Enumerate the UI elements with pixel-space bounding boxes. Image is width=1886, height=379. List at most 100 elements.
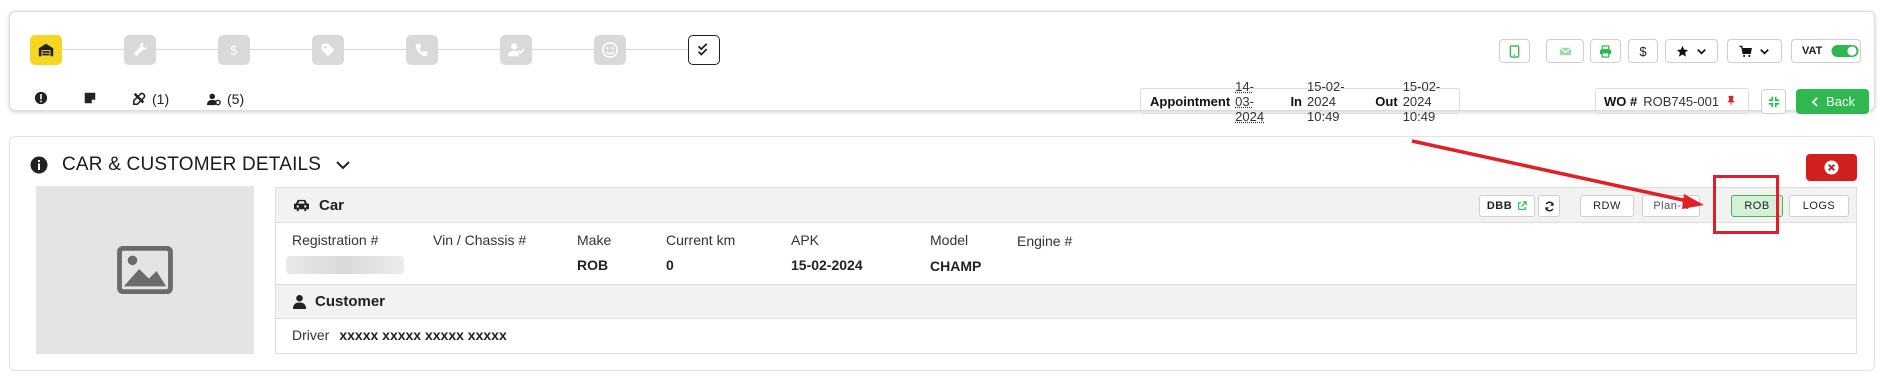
compress-icon bbox=[1768, 96, 1779, 107]
registration-value bbox=[286, 256, 404, 274]
make-label: Make bbox=[577, 232, 612, 248]
appointment-value[interactable]: 14-03-2024 bbox=[1235, 79, 1266, 124]
collapse-button[interactable] bbox=[1761, 89, 1786, 114]
rdw-button[interactable]: RDW bbox=[1580, 195, 1634, 217]
envelope-icon bbox=[1559, 46, 1571, 55]
rdw-label: RDW bbox=[1593, 200, 1621, 212]
refresh-icon bbox=[1544, 201, 1554, 211]
cart-icon bbox=[1738, 45, 1752, 57]
car-customer-table: Car DBB RDW Plan-It ROB LOGS Registratio… bbox=[275, 187, 1857, 354]
planit-button[interactable]: Plan-It bbox=[1642, 195, 1700, 217]
appointment-label: Appointment bbox=[1150, 93, 1231, 109]
dbb-label: DBB bbox=[1486, 200, 1513, 212]
logs-label: LOGS bbox=[1802, 200, 1836, 212]
pricing-button[interactable]: $ bbox=[1628, 39, 1658, 63]
tools-icon bbox=[132, 92, 146, 106]
back-button[interactable]: Back bbox=[1796, 89, 1869, 114]
dbb-button[interactable]: DBB bbox=[1479, 195, 1535, 217]
tablet-icon bbox=[1509, 44, 1520, 58]
customer-section-header: Customer bbox=[276, 284, 1856, 319]
step-customer-satisfaction[interactable] bbox=[594, 35, 626, 65]
in-label: In bbox=[1290, 93, 1302, 109]
planit-label: Plan-It bbox=[1653, 200, 1689, 212]
vin-label: Vin / Chassis # bbox=[433, 232, 527, 248]
car-section-header: Car DBB RDW Plan-It ROB LOGS bbox=[276, 188, 1856, 223]
dates-box: Appointment 14-03-2024 In 15-02-2024 10:… bbox=[1140, 79, 1460, 124]
car-heading: Car bbox=[319, 196, 345, 214]
smiley-icon bbox=[601, 41, 619, 59]
car-customer-details-panel: CAR & CUSTOMER DETAILS Car DBB RDW Plan-… bbox=[9, 136, 1875, 371]
wo-label: WO # bbox=[1604, 93, 1638, 109]
annotation-highlight-box bbox=[1713, 175, 1779, 234]
customers-section-toggle[interactable]: (5) bbox=[207, 91, 244, 107]
model-label: Model bbox=[930, 232, 969, 248]
exclamation-circle-icon bbox=[34, 91, 48, 105]
info-circle-icon bbox=[30, 156, 48, 174]
step-tags[interactable] bbox=[312, 35, 344, 65]
current-km-value: 0 bbox=[666, 257, 674, 273]
close-details-button[interactable] bbox=[1806, 154, 1857, 181]
info-section-toggle[interactable] bbox=[34, 91, 48, 105]
out-value: 15-02-2024 10:49 bbox=[1402, 78, 1441, 124]
workorder-header-panel: $ (1) (5) $ VAT Appointment 14-03-2024 I… bbox=[9, 11, 1875, 124]
step-done[interactable] bbox=[688, 35, 720, 65]
logs-button[interactable]: LOGS bbox=[1789, 195, 1849, 217]
driver-row: Driver xxxxx xxxxx xxxxx xxxxx bbox=[292, 327, 507, 343]
in-value: 15-02-2024 10:49 bbox=[1307, 78, 1345, 124]
details-title: CAR & CUSTOMER DETAILS bbox=[62, 154, 322, 175]
printer-icon bbox=[1599, 44, 1612, 58]
wrench-icon bbox=[133, 42, 148, 57]
model-value: CHAMP bbox=[930, 258, 982, 274]
favorites-dropdown[interactable] bbox=[1665, 39, 1718, 63]
user-cog-icon bbox=[207, 93, 221, 106]
email-button[interactable] bbox=[1546, 39, 1584, 63]
apk-value: 15-02-2024 bbox=[791, 257, 863, 273]
note-icon bbox=[84, 92, 96, 104]
driver-value: xxxxx xxxxx xxxxx xxxxx bbox=[339, 327, 507, 343]
notes-section-toggle[interactable] bbox=[83, 91, 97, 105]
out-label: Out bbox=[1375, 93, 1398, 109]
step-approval[interactable] bbox=[500, 35, 532, 65]
star-icon bbox=[1676, 45, 1688, 57]
wo-value: ROB745-001 bbox=[1643, 93, 1720, 109]
back-label: Back bbox=[1826, 94, 1855, 109]
chevron-left-icon bbox=[1811, 96, 1818, 107]
car-icon bbox=[294, 199, 309, 211]
details-header[interactable]: CAR & CUSTOMER DETAILS bbox=[30, 154, 351, 176]
apk-label: APK bbox=[791, 232, 820, 248]
user-check-icon bbox=[507, 43, 525, 57]
current-km-label: Current km bbox=[666, 232, 736, 248]
step-garage[interactable] bbox=[30, 35, 62, 65]
pin-icon[interactable] bbox=[1725, 95, 1737, 107]
tablet-button[interactable] bbox=[1499, 39, 1530, 63]
vat-toggle[interactable]: VAT bbox=[1791, 39, 1861, 63]
tag-icon bbox=[321, 43, 335, 57]
image-icon bbox=[117, 245, 173, 295]
external-link-icon bbox=[1518, 201, 1527, 210]
step-call[interactable] bbox=[406, 35, 438, 65]
close-circle-icon bbox=[1824, 160, 1839, 175]
step-pricing[interactable]: $ bbox=[218, 35, 250, 65]
registration-label: Registration # bbox=[292, 232, 379, 248]
garage-icon bbox=[38, 43, 54, 57]
car-photo-placeholder[interactable] bbox=[36, 186, 254, 354]
make-value: ROB bbox=[577, 257, 609, 273]
refresh-button[interactable] bbox=[1538, 195, 1560, 217]
repairs-section-toggle[interactable]: (1) bbox=[132, 91, 169, 107]
engine-label: Engine # bbox=[1017, 233, 1073, 249]
dollar-icon: $ bbox=[230, 43, 239, 59]
chevron-down-icon bbox=[1696, 48, 1706, 55]
step-repair[interactable] bbox=[124, 35, 156, 65]
chevron-down-icon bbox=[336, 161, 350, 170]
double-check-icon bbox=[697, 43, 708, 56]
svg-text:$: $ bbox=[230, 43, 239, 59]
workorder-number-box: WO # ROB745-001 bbox=[1595, 88, 1749, 114]
phone-icon bbox=[415, 43, 428, 57]
cart-dropdown[interactable] bbox=[1727, 39, 1782, 63]
repairs-count: (1) bbox=[152, 91, 170, 107]
user-icon bbox=[292, 294, 307, 309]
chevron-down-icon bbox=[1759, 48, 1769, 55]
print-button[interactable] bbox=[1590, 39, 1621, 63]
vat-label: VAT bbox=[1802, 45, 1823, 57]
toggle-switch-icon bbox=[1831, 45, 1859, 57]
